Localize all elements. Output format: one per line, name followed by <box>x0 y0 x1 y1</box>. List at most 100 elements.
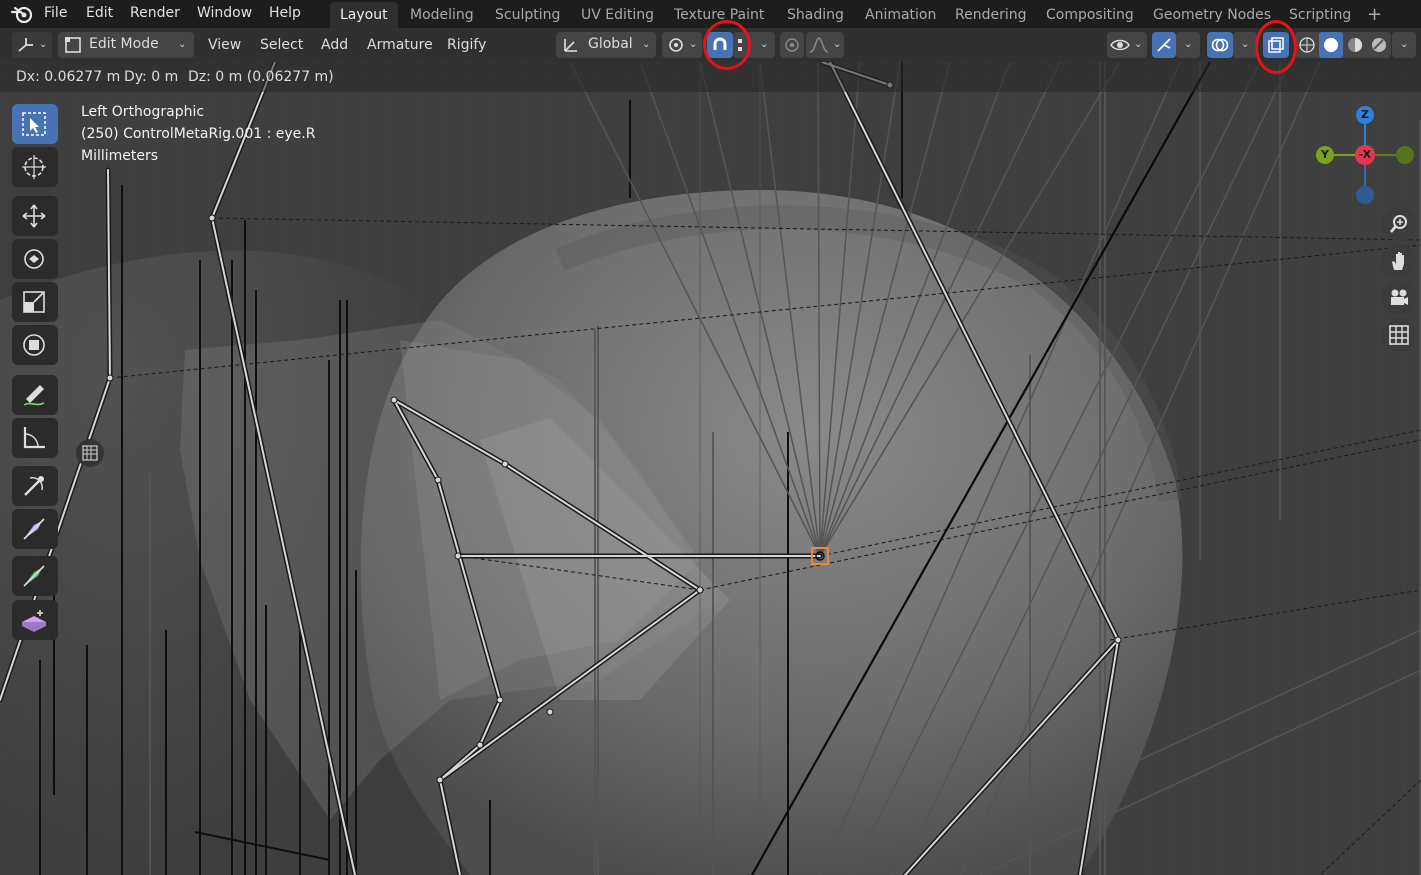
camera-icon <box>1391 289 1408 305</box>
extrude-tool[interactable] <box>12 600 58 640</box>
chevron-down-icon: ⌄ <box>689 39 698 50</box>
chevron-down-icon: ⌄ <box>1241 39 1250 50</box>
bone-roll-tool[interactable] <box>12 466 58 506</box>
gizmo-icon <box>1157 38 1171 52</box>
move-icon <box>22 204 46 228</box>
blender-logo-icon[interactable] <box>10 3 34 25</box>
zoom-icon <box>1390 215 1407 233</box>
top-menu-bar: File Edit Render Window Help Layout Mode… <box>0 0 1421 28</box>
units-label: Millimeters <box>81 148 159 164</box>
select-box-icon <box>22 112 46 136</box>
overlay-toggle[interactable] <box>1207 32 1233 58</box>
axis-z-label: Z <box>1361 108 1369 121</box>
menu-edit[interactable]: Edit <box>86 4 113 22</box>
tab-compositing[interactable]: Compositing <box>1036 2 1144 28</box>
menu-rigify[interactable]: Rigify <box>447 36 486 54</box>
bone-size-icon <box>23 518 45 540</box>
bone-envelope-icon <box>23 565 45 587</box>
shading-dropdown[interactable]: ⌄ <box>1392 32 1416 58</box>
axis-negz-handle[interactable] <box>1356 186 1374 204</box>
tab-animation[interactable]: Animation <box>855 2 946 28</box>
3d-viewport[interactable]: Dx: 0.06277 m Dy: 0 m Dz: 0 m (0.06277 m… <box>0 62 1421 875</box>
rotate-icon <box>24 249 44 269</box>
mode-label: Edit Mode <box>89 36 159 52</box>
edit-mode-icon <box>65 37 81 53</box>
tab-modeling[interactable]: Modeling <box>400 2 484 28</box>
menu-window[interactable]: Window <box>197 4 252 22</box>
material-shading-icon[interactable] <box>1346 36 1364 54</box>
proportional-edit-icon <box>785 38 799 52</box>
orientation-dropdown[interactable]: Global ⌄ <box>556 32 656 58</box>
pan-button[interactable] <box>1382 244 1416 278</box>
menu-view[interactable]: View <box>208 36 241 54</box>
hand-icon <box>1392 252 1404 270</box>
transform-tool[interactable] <box>12 325 58 365</box>
chevron-down-icon: ⌄ <box>1184 39 1193 50</box>
cursor-icon <box>22 155 46 179</box>
annotation-circle-xray <box>1255 20 1297 74</box>
measure-tool[interactable] <box>12 418 58 458</box>
chevron-down-icon: ⌄ <box>178 39 187 50</box>
rotate-tool[interactable] <box>12 239 58 279</box>
delta-y-readout: Dy: 0 m <box>124 69 179 85</box>
tab-sculpting[interactable]: Sculpting <box>485 2 570 28</box>
grid-toggle-icon <box>82 445 98 461</box>
axis-negx-label: -X <box>1358 148 1372 161</box>
scale-tool[interactable] <box>12 282 58 322</box>
overlay-dropdown[interactable]: ⌄ <box>1233 32 1257 58</box>
move-tool[interactable] <box>12 196 58 236</box>
tab-scripting[interactable]: Scripting <box>1279 2 1361 28</box>
sidebar-toggle-button[interactable] <box>76 439 104 467</box>
camera-view-button[interactable] <box>1382 281 1416 315</box>
chevron-down-icon: ⌄ <box>39 39 48 50</box>
tab-uv-editing[interactable]: UV Editing <box>571 2 664 28</box>
chevron-down-icon: ⌄ <box>833 39 842 50</box>
tab-shading[interactable]: Shading <box>777 2 854 28</box>
menu-add[interactable]: Add <box>321 36 348 54</box>
visibility-dropdown[interactable]: ⌄ <box>1107 32 1147 58</box>
menu-armature[interactable]: Armature <box>367 36 433 54</box>
annotate-icon <box>23 385 45 406</box>
editor-type-button[interactable]: ⌄ <box>12 32 52 58</box>
transform-status-bar: Dx: 0.06277 m Dy: 0 m Dz: 0 m (0.06277 m… <box>0 62 1421 92</box>
scale-icon <box>23 291 45 313</box>
proportional-edit-toggle[interactable] <box>780 32 804 58</box>
bone-envelope-tool[interactable] <box>12 556 58 596</box>
menu-select[interactable]: Select <box>260 36 303 54</box>
axis-y-label: Y <box>1321 148 1329 161</box>
select-box-tool[interactable] <box>12 104 58 144</box>
zoom-button[interactable] <box>1382 207 1416 241</box>
shading-mode-group <box>1295 32 1391 58</box>
grid-icon <box>1389 325 1409 345</box>
view-name-label: Left Orthographic <box>81 104 205 120</box>
chevron-down-icon: ⌄ <box>1400 39 1409 50</box>
cursor-tool[interactable] <box>12 147 58 187</box>
chevron-down-icon: ⌄ <box>642 39 651 50</box>
solid-shading-button[interactable] <box>1319 32 1343 58</box>
chevron-down-icon: ⌄ <box>760 39 769 50</box>
eye-icon <box>1110 39 1130 51</box>
mode-dropdown[interactable]: Edit Mode ⌄ <box>58 32 194 58</box>
annotation-circle-snap <box>703 20 751 70</box>
delta-z-readout: Dz: 0 m (0.06277 m) <box>188 69 334 85</box>
axis-negy-handle[interactable] <box>1396 146 1414 164</box>
tab-rendering[interactable]: Rendering <box>945 2 1037 28</box>
wireframe-shading-icon[interactable] <box>1298 36 1316 54</box>
tab-geometry-nodes[interactable]: Geometry Nodes <box>1143 2 1281 28</box>
menu-file[interactable]: File <box>44 4 67 22</box>
bone-size-tool[interactable] <box>12 509 58 549</box>
perspective-toggle-button[interactable] <box>1382 318 1416 352</box>
tab-layout[interactable]: Layout <box>330 2 398 28</box>
menu-render[interactable]: Render <box>130 4 180 22</box>
gizmo-toggle[interactable] <box>1152 32 1176 58</box>
annotate-tool[interactable] <box>12 375 58 415</box>
solid-shading-icon <box>1324 38 1338 52</box>
object-info-label: (250) ControlMetaRig.001 : eye.R <box>81 126 316 142</box>
pivot-point-dropdown[interactable]: ⌄ <box>662 32 702 58</box>
orientation-label: Global <box>588 36 633 52</box>
gizmo-dropdown[interactable]: ⌄ <box>1176 32 1200 58</box>
rendered-shading-icon[interactable] <box>1370 36 1388 54</box>
add-workspace-button[interactable]: + <box>1357 2 1392 28</box>
proportional-falloff-dropdown[interactable]: ⌄ <box>806 32 844 58</box>
menu-help[interactable]: Help <box>269 4 301 22</box>
